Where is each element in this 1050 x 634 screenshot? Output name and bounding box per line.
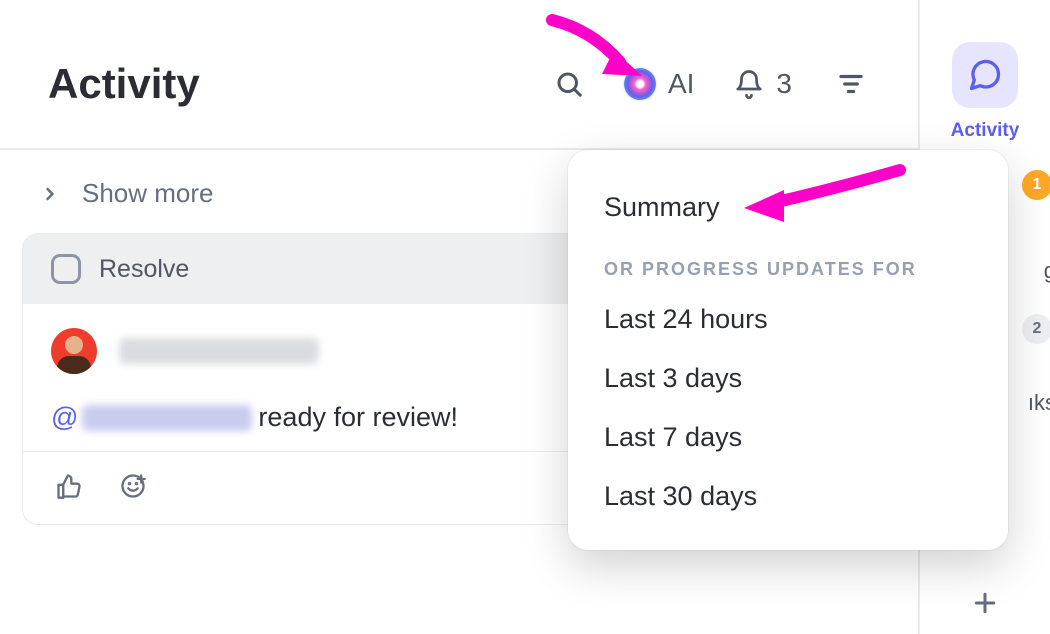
author-name-redacted <box>119 338 319 364</box>
mention[interactable]: @ <box>51 402 258 433</box>
rail-pill[interactable]: 2 <box>1022 314 1050 344</box>
avatar[interactable] <box>51 328 97 374</box>
ai-dropdown: Summary OR PROGRESS UPDATES FOR Last 24 … <box>568 150 1008 550</box>
resolve-label: Resolve <box>99 255 189 284</box>
page-title: Activity <box>48 60 200 108</box>
comment-body: ready for review! <box>258 402 458 433</box>
rail-add-row <box>920 584 1050 622</box>
dropdown-item-30d[interactable]: Last 30 days <box>568 467 1008 526</box>
filter-button[interactable] <box>832 65 870 103</box>
plus-icon <box>970 588 1000 618</box>
notifications-count: 3 <box>776 68 792 100</box>
filter-icon <box>836 69 866 99</box>
add-reaction-button[interactable] <box>115 468 151 504</box>
rail-cut-text-1: g <box>1044 258 1050 284</box>
mention-name-redacted <box>82 405 252 431</box>
show-more-label: Show more <box>82 178 214 209</box>
activity-rail-label: Activity <box>951 120 1020 142</box>
mention-at: @ <box>51 402 78 433</box>
dropdown-item-summary[interactable]: Summary <box>568 178 1008 237</box>
dropdown-item-24h[interactable]: Last 24 hours <box>568 290 1008 349</box>
resolve-checkbox[interactable] <box>51 254 81 284</box>
rail-badge[interactable]: 1 <box>1022 170 1050 200</box>
emoji-plus-icon <box>119 472 147 500</box>
activity-rail-button[interactable] <box>952 42 1018 108</box>
like-button[interactable] <box>51 468 87 504</box>
ai-button[interactable]: AI <box>624 68 694 100</box>
header-actions: AI 3 <box>550 64 870 104</box>
dropdown-heading: OR PROGRESS UPDATES FOR <box>568 237 1008 290</box>
search-icon <box>554 69 584 99</box>
chat-icon <box>967 57 1003 93</box>
bell-icon <box>734 69 764 99</box>
activity-header: Activity AI 3 <box>0 0 918 150</box>
dropdown-item-7d[interactable]: Last 7 days <box>568 408 1008 467</box>
ai-label: AI <box>668 68 694 100</box>
add-button[interactable] <box>966 584 1004 622</box>
rail-cut-text-2: ıks <box>1028 390 1050 416</box>
dropdown-item-3d[interactable]: Last 3 days <box>568 349 1008 408</box>
search-button[interactable] <box>550 65 588 103</box>
chevron-right-icon <box>40 184 60 204</box>
ai-icon <box>624 68 656 100</box>
notifications-button[interactable]: 3 <box>730 64 796 104</box>
thumbs-up-icon <box>55 472 83 500</box>
